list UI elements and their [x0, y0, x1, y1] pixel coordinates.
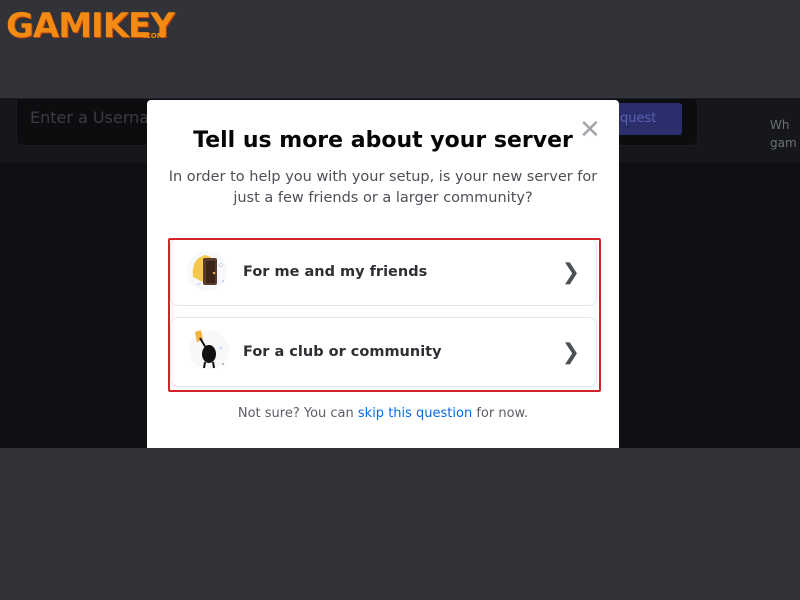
logo-text: GAMIKEY [6, 6, 175, 46]
branding-band: GAMIKEY .COM [0, 0, 800, 98]
gamikey-logo: GAMIKEY [6, 6, 175, 46]
modal-footer: Not sure? You can skip this question for… [147, 406, 619, 421]
modal-title: Tell us more about your server [193, 128, 573, 153]
logo-suffix: .COM [143, 32, 164, 40]
annotation-highlight-box [168, 238, 601, 392]
background-side-text: Wh gam [770, 116, 797, 152]
background-button-label: quest [620, 111, 657, 126]
background-input-placeholder: Enter a Userna [30, 108, 150, 127]
background-side-text-line2: gam [770, 136, 797, 150]
footer-suffix: for now. [476, 406, 529, 421]
footer-prefix: Not sure? You can [237, 406, 354, 421]
skip-question-link[interactable]: skip this question [358, 406, 472, 421]
create-server-modal: ✕ Tell us more about your server In orde… [147, 100, 619, 448]
background-side-text-line1: Wh [770, 118, 790, 132]
bottom-band [0, 448, 800, 600]
modal-subtitle: In order to help you with your setup, is… [168, 169, 598, 206]
